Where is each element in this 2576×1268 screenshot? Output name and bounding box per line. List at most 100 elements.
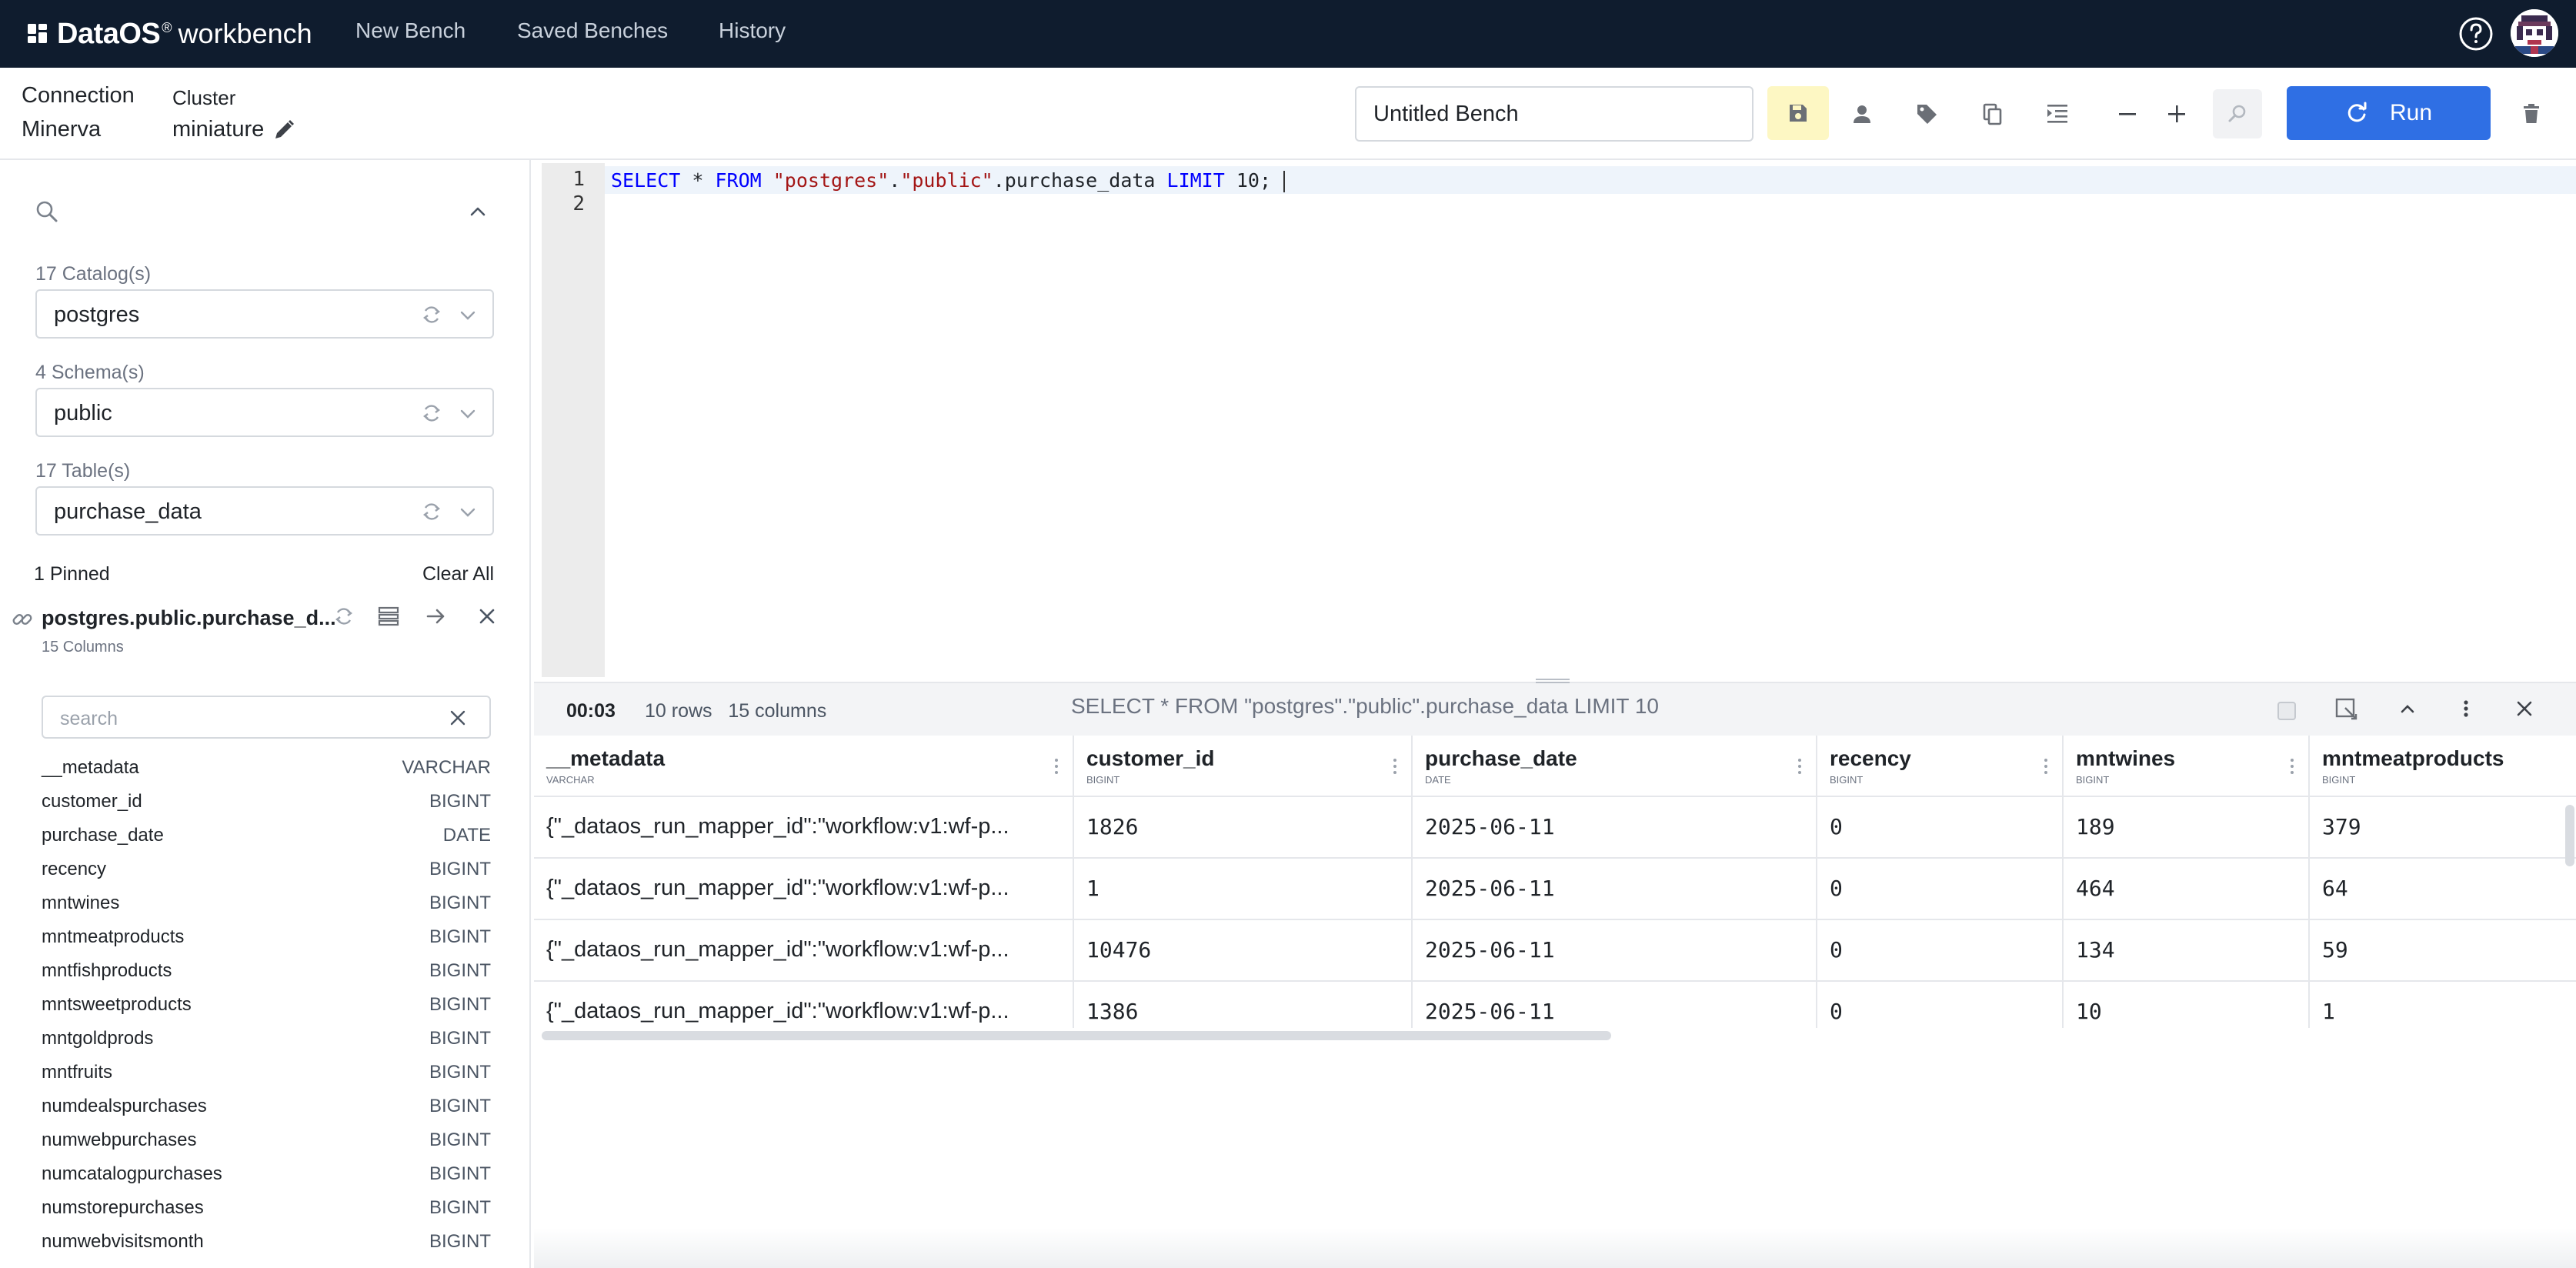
zoom-out-button[interactable] <box>2106 92 2149 135</box>
more-vertical-icon[interactable] <box>1053 756 1060 777</box>
edit-pencil-icon[interactable] <box>272 118 296 142</box>
delete-button[interactable] <box>2510 92 2553 135</box>
table-cell[interactable]: 10476 <box>1074 920 1413 982</box>
search-icon[interactable] <box>34 199 60 225</box>
list-item[interactable]: __metadata VARCHAR <box>42 751 491 785</box>
table-cell[interactable]: 2025-06-11 <box>1413 797 1817 859</box>
schema-select[interactable]: public <box>35 388 494 437</box>
share-button[interactable] <box>1840 92 1884 135</box>
column-header[interactable]: mntmeatproducts BIGINT <box>2310 736 2576 797</box>
brand[interactable]: DataOS ® workbench <box>26 14 312 54</box>
column-header[interactable]: customer_id BIGINT <box>1074 736 1413 797</box>
list-item[interactable]: numstorepurchases BIGINT <box>42 1191 491 1225</box>
list-item[interactable]: numcatalogpurchases BIGINT <box>42 1157 491 1191</box>
list-item[interactable]: recency BIGINT <box>42 853 491 886</box>
more-vertical-icon[interactable] <box>2042 756 2050 777</box>
tag-button[interactable] <box>1905 92 1948 135</box>
table-cell[interactable]: 0 <box>1817 982 2064 1028</box>
avatar[interactable] <box>2511 9 2558 57</box>
checkbox-icon[interactable] <box>2276 700 2297 722</box>
list-item[interactable]: numdealspurchases BIGINT <box>42 1089 491 1123</box>
table-cell[interactable]: {"_dataos_run_mapper_id":"workflow:v1:wf… <box>534 982 1074 1028</box>
table-row[interactable]: {"_dataos_run_mapper_id":"workflow:v1:wf… <box>534 859 2576 920</box>
table-cell[interactable]: 134 <box>2064 920 2310 982</box>
chevron-up-icon[interactable] <box>466 200 489 223</box>
list-item[interactable]: mntfruits BIGINT <box>42 1056 491 1089</box>
chevron-down-icon[interactable] <box>457 502 479 523</box>
table-view-icon[interactable] <box>377 605 400 628</box>
format-button[interactable] <box>2036 92 2079 135</box>
bench-name-input[interactable] <box>1355 86 1753 142</box>
chevron-down-icon[interactable] <box>457 403 479 425</box>
save-button[interactable] <box>1767 86 1829 140</box>
catalog-select[interactable]: postgres <box>35 289 494 339</box>
close-icon[interactable] <box>475 605 499 628</box>
zoom-in-button[interactable] <box>2155 92 2198 135</box>
table-row[interactable]: {"_dataos_run_mapper_id":"workflow:v1:wf… <box>534 982 2576 1028</box>
more-vertical-icon[interactable] <box>1796 756 1804 777</box>
sql-code-line[interactable]: SELECT * FROM "postgres"."public".purcha… <box>611 169 1286 192</box>
column-header[interactable]: purchase_date DATE <box>1413 736 1817 797</box>
more-vertical-icon[interactable] <box>2454 697 2478 720</box>
chevron-down-icon[interactable] <box>457 305 479 326</box>
table-cell[interactable]: 1 <box>1074 859 1413 920</box>
help-icon[interactable] <box>2458 16 2494 52</box>
arrow-right-icon[interactable] <box>425 605 448 628</box>
copy-button[interactable] <box>1971 92 2014 135</box>
list-item[interactable]: mntsweetproducts BIGINT <box>42 988 491 1022</box>
clear-all-link[interactable]: Clear All <box>422 563 494 586</box>
table-cell[interactable]: 2025-06-11 <box>1413 859 1817 920</box>
list-item[interactable]: mntgoldprods BIGINT <box>42 1022 491 1056</box>
connection-value[interactable]: Minerva <box>22 117 101 142</box>
horizontal-scrollbar[interactable] <box>542 1031 1611 1040</box>
nav-history[interactable]: History <box>719 18 786 43</box>
table-cell[interactable]: 189 <box>2064 797 2310 859</box>
table-cell[interactable]: 379 <box>2310 797 2576 859</box>
table-cell[interactable]: {"_dataos_run_mapper_id":"workflow:v1:wf… <box>534 859 1074 920</box>
table-cell[interactable]: 2025-06-11 <box>1413 982 1817 1028</box>
refresh-icon[interactable] <box>420 402 443 425</box>
nav-saved-benches[interactable]: Saved Benches <box>517 18 668 43</box>
cluster-selector[interactable]: miniature <box>172 117 296 142</box>
resize-handle[interactable] <box>1536 679 1570 683</box>
run-button[interactable]: Run <box>2287 86 2491 140</box>
table-cell[interactable]: 464 <box>2064 859 2310 920</box>
table-row[interactable]: {"_dataos_run_mapper_id":"workflow:v1:wf… <box>534 797 2576 859</box>
pinned-table-row[interactable]: postgres.public.purchase_d... 15 Columns <box>0 600 531 656</box>
clear-search-icon[interactable] <box>448 708 468 728</box>
more-vertical-icon[interactable] <box>2288 756 2296 777</box>
column-header[interactable]: mntwines BIGINT <box>2064 736 2310 797</box>
nav-new-bench[interactable]: New Bench <box>355 18 465 43</box>
table-cell[interactable]: {"_dataos_run_mapper_id":"workflow:v1:wf… <box>534 920 1074 982</box>
list-item[interactable]: numwebvisitsmonth BIGINT <box>42 1225 491 1259</box>
table-cell[interactable]: {"_dataos_run_mapper_id":"workflow:v1:wf… <box>534 797 1074 859</box>
table-cell[interactable]: 0 <box>1817 859 2064 920</box>
table-cell[interactable]: 0 <box>1817 797 2064 859</box>
table-select[interactable]: purchase_data <box>35 486 494 536</box>
table-cell[interactable]: 1826 <box>1074 797 1413 859</box>
refresh-icon[interactable] <box>332 605 355 628</box>
table-cell[interactable]: 1386 <box>1074 982 1413 1028</box>
chevron-up-icon[interactable] <box>2396 697 2419 720</box>
list-item[interactable]: customer_id BIGINT <box>42 785 491 819</box>
list-item[interactable]: mntmeatproducts BIGINT <box>42 920 491 954</box>
column-header[interactable]: recency BIGINT <box>1817 736 2064 797</box>
refresh-icon[interactable] <box>420 303 443 326</box>
expand-icon[interactable] <box>2334 697 2359 722</box>
more-vertical-icon[interactable] <box>1391 756 1399 777</box>
list-item[interactable]: mntfishproducts BIGINT <box>42 954 491 988</box>
list-item[interactable]: numwebpurchases BIGINT <box>42 1123 491 1157</box>
list-item[interactable]: purchase_date DATE <box>42 819 491 853</box>
table-cell[interactable]: 2025-06-11 <box>1413 920 1817 982</box>
table-cell[interactable]: 59 <box>2310 920 2576 982</box>
refresh-icon[interactable] <box>420 500 443 523</box>
close-icon[interactable] <box>2513 697 2536 720</box>
table-cell[interactable]: 1 <box>2310 982 2576 1028</box>
table-cell[interactable]: 64 <box>2310 859 2576 920</box>
sql-editor[interactable]: 1 2 SELECT * FROM "postgres"."public".pu… <box>542 163 2576 677</box>
find-button[interactable] <box>2213 89 2262 138</box>
table-row[interactable]: {"_dataos_run_mapper_id":"workflow:v1:wf… <box>534 920 2576 982</box>
column-search-input[interactable]: search <box>42 696 491 739</box>
list-item[interactable]: mntwines BIGINT <box>42 886 491 920</box>
table-cell[interactable]: 10 <box>2064 982 2310 1028</box>
